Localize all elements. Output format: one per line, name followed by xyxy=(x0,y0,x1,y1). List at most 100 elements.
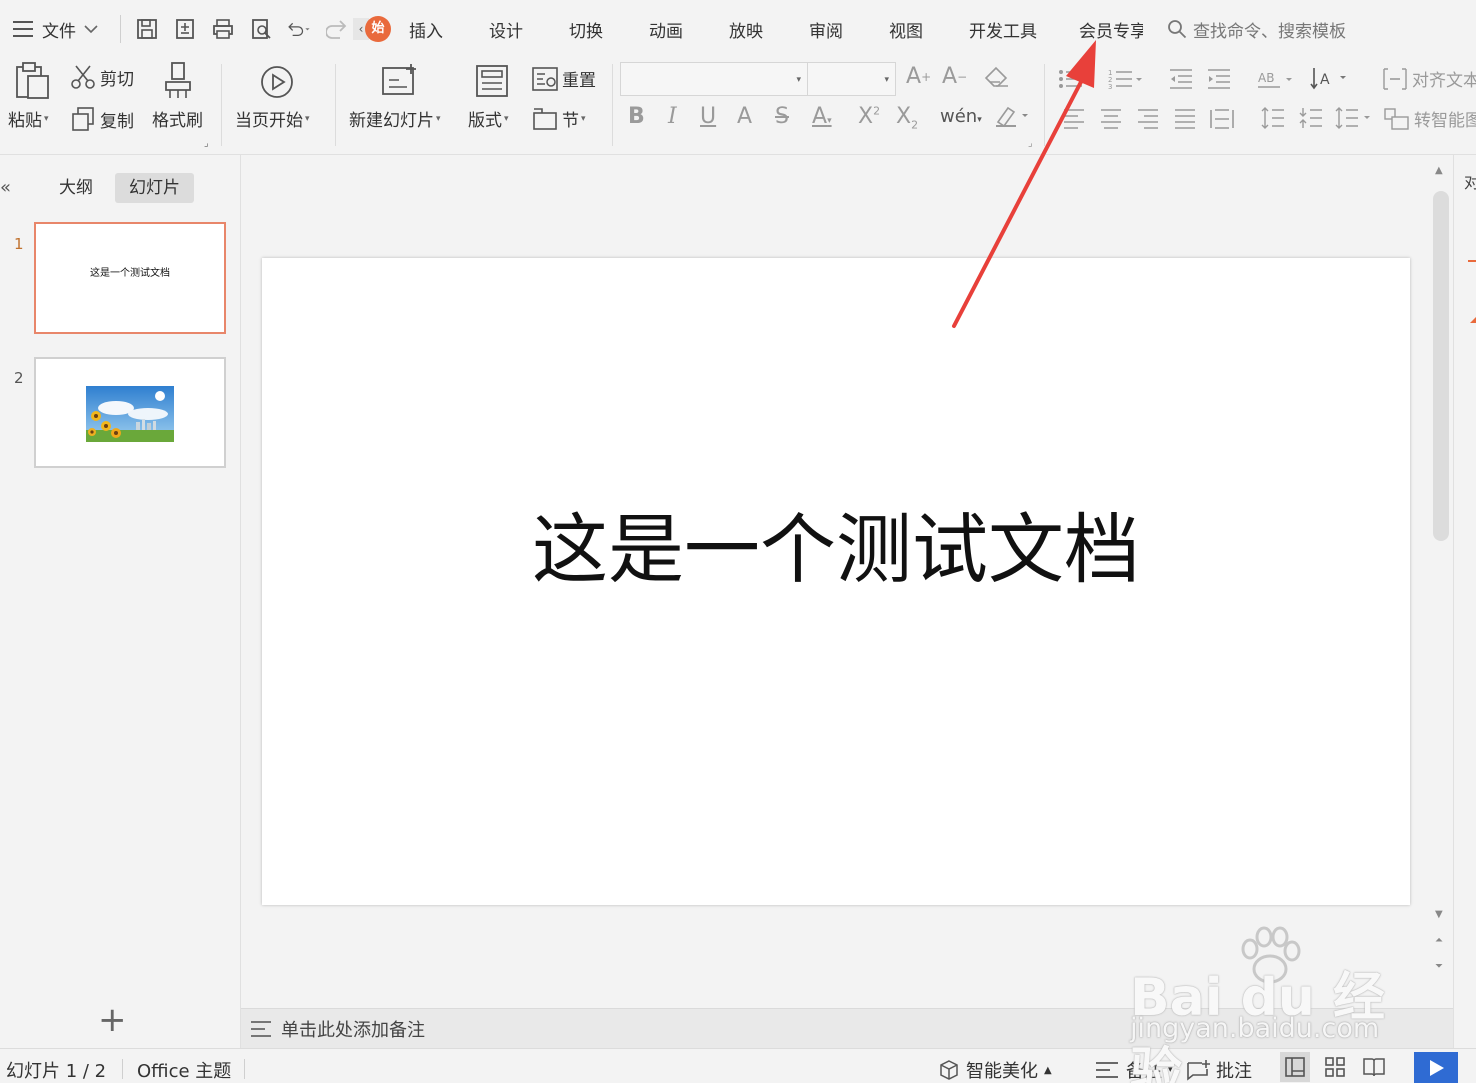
paste-icon[interactable] xyxy=(14,62,50,100)
tab-animations[interactable]: 动画 xyxy=(649,17,683,42)
slide-number: 1 xyxy=(14,235,24,253)
font-color-icon[interactable]: A▾ xyxy=(812,104,832,129)
tab-slideshow[interactable]: 放映 xyxy=(729,17,763,42)
distribute-icon[interactable] xyxy=(1209,108,1235,130)
thumbnail-title: 这是一个测试文档 xyxy=(90,268,170,279)
numbering-icon[interactable]: 123 xyxy=(1108,68,1144,90)
format-painter-button[interactable]: 格式刷 xyxy=(152,106,203,131)
tab-slides[interactable]: 幻灯片 xyxy=(115,173,194,203)
redo-icon[interactable] xyxy=(325,17,349,41)
align-right-icon[interactable] xyxy=(1136,108,1160,130)
play-from-current-button[interactable]: 当页开始 ▾ xyxy=(235,106,310,131)
increase-indent-icon[interactable] xyxy=(1206,68,1232,90)
justify-icon[interactable] xyxy=(1173,108,1197,130)
tab-member-exclusive[interactable]: 会员专享 xyxy=(1079,17,1143,42)
caret-down-icon: ▾ xyxy=(305,113,310,124)
scroll-down-icon[interactable]: ▼ xyxy=(1435,909,1443,920)
line-spacing-icon[interactable] xyxy=(1260,106,1286,130)
task-pane-marker xyxy=(1468,260,1476,262)
vertical-scrollbar[interactable]: ▲ ▼ ⏶ ⏷ xyxy=(1431,165,1451,1005)
spacing-options-icon[interactable] xyxy=(1334,106,1374,130)
pinyin-guide-icon[interactable]: wén▾ xyxy=(940,106,982,127)
italic-icon[interactable]: I xyxy=(668,104,677,129)
slide-thumbnail-2[interactable] xyxy=(34,357,226,468)
convert-to-smartart-button[interactable]: 转智能图形 xyxy=(1384,106,1476,131)
superscript-icon[interactable]: X2 xyxy=(858,104,880,129)
tab-insert[interactable]: 插入 xyxy=(409,17,443,42)
file-menu[interactable]: 文件 xyxy=(0,0,112,58)
tab-review[interactable]: 审阅 xyxy=(809,17,843,42)
print-icon[interactable] xyxy=(211,17,235,41)
align-center-icon[interactable] xyxy=(1099,108,1123,130)
font-size-select[interactable]: ▾ xyxy=(807,62,896,96)
cut-button[interactable]: 剪切 xyxy=(70,64,134,90)
layout-icon[interactable] xyxy=(475,64,509,98)
add-slide-icon[interactable]: + xyxy=(98,1003,127,1037)
text-direction-icon[interactable]: A xyxy=(1310,66,1350,90)
collapse-panel-icon[interactable]: « xyxy=(0,177,11,198)
layout-label: 版式 xyxy=(468,111,502,131)
new-slide-icon[interactable] xyxy=(381,62,421,98)
bullets-icon[interactable] xyxy=(1058,68,1094,90)
clear-formatting-icon[interactable] xyxy=(984,66,1010,88)
slide-title-textbox[interactable]: 这是一个测试文档 xyxy=(262,488,1410,598)
align-text-button[interactable]: 对齐文本 xyxy=(1382,66,1476,91)
character-spacing-icon[interactable]: AB xyxy=(1256,68,1296,90)
align-text-label: 对齐文本 xyxy=(1412,71,1476,91)
tab-start[interactable]: ‹ 始 xyxy=(353,14,391,44)
tab-design[interactable]: 设计 xyxy=(489,17,523,42)
watermark-url: jingyan.baidu.com xyxy=(1130,1013,1380,1044)
notes-icon xyxy=(1096,1062,1118,1078)
smartart-label: 转智能图形 xyxy=(1414,111,1476,131)
copy-label: 复制 xyxy=(100,111,134,132)
task-pane-tab[interactable]: 对 xyxy=(1464,169,1476,193)
command-search[interactable]: 查找命令、搜索模板 xyxy=(1167,17,1346,42)
save-icon[interactable] xyxy=(135,17,159,41)
new-slide-button[interactable]: 新建幻灯片 ▾ xyxy=(349,106,441,131)
start-slideshow-button[interactable] xyxy=(1414,1052,1458,1083)
strikethrough-icon[interactable]: S xyxy=(775,104,789,129)
file-menu-label: 文件 xyxy=(42,21,76,42)
bold-icon[interactable]: B xyxy=(628,104,645,129)
previous-slide-icon[interactable]: ⏶ xyxy=(1435,935,1443,946)
decrease-font-size-icon[interactable]: A − xyxy=(942,64,967,89)
paste-button[interactable]: 粘贴 ▾ xyxy=(8,106,49,131)
start-tab-badge: 始 xyxy=(365,16,391,42)
font-dialog-launcher-icon[interactable]: ⌟ xyxy=(1028,138,1033,149)
undo-icon[interactable] xyxy=(287,17,311,41)
shadow-text-icon[interactable]: A xyxy=(737,104,752,129)
tab-outline[interactable]: 大纲 xyxy=(45,173,107,203)
print-preview-icon[interactable] xyxy=(249,17,273,41)
slide-thumbnail-1[interactable]: 这是一个测试文档 xyxy=(34,222,226,334)
scroll-up-icon[interactable]: ▲ xyxy=(1435,165,1443,176)
tab-transitions[interactable]: 切换 xyxy=(569,17,603,42)
play-from-current-label: 当页开始 xyxy=(235,111,303,131)
scrollbar-thumb[interactable] xyxy=(1433,191,1449,541)
copy-button[interactable]: 复制 xyxy=(70,106,134,132)
current-slide[interactable]: 这是一个测试文档 xyxy=(262,258,1410,905)
play-circle-icon[interactable] xyxy=(259,64,295,100)
next-slide-icon[interactable]: ⏷ xyxy=(1435,961,1443,972)
layout-button[interactable]: 版式 ▾ xyxy=(468,106,509,131)
underline-icon[interactable]: U xyxy=(700,104,716,129)
subscript-icon[interactable]: X2 xyxy=(896,104,918,131)
reset-label: 重置 xyxy=(562,71,596,91)
increase-font-size-icon[interactable]: A + xyxy=(906,64,931,89)
align-left-icon[interactable] xyxy=(1062,108,1086,130)
paragraph-spacing-icon[interactable] xyxy=(1298,106,1324,130)
task-pane-marker xyxy=(1470,317,1476,323)
clipboard-dialog-launcher-icon[interactable]: ⌟ xyxy=(204,138,209,149)
export-pdf-icon[interactable] xyxy=(173,17,197,41)
tab-view[interactable]: 视图 xyxy=(889,17,923,42)
tab-developer-tools[interactable]: 开发工具 xyxy=(969,17,1037,42)
baidu-jingyan-watermark: Bai du 经验 jingyan.baidu.com xyxy=(1130,925,1410,1083)
smart-beautify-button[interactable]: 智能美化 ▲ xyxy=(938,1057,1052,1083)
font-name-select[interactable]: ▾ xyxy=(620,62,808,96)
hamburger-icon xyxy=(12,20,34,38)
brush-icon[interactable] xyxy=(162,62,194,100)
theme-name[interactable]: Office 主题 xyxy=(137,1057,231,1083)
section-button[interactable]: 节 ▾ xyxy=(532,106,586,131)
decrease-indent-icon[interactable] xyxy=(1168,68,1194,90)
highlight-icon[interactable] xyxy=(994,104,1030,128)
reset-button[interactable]: 重置 xyxy=(532,66,596,91)
